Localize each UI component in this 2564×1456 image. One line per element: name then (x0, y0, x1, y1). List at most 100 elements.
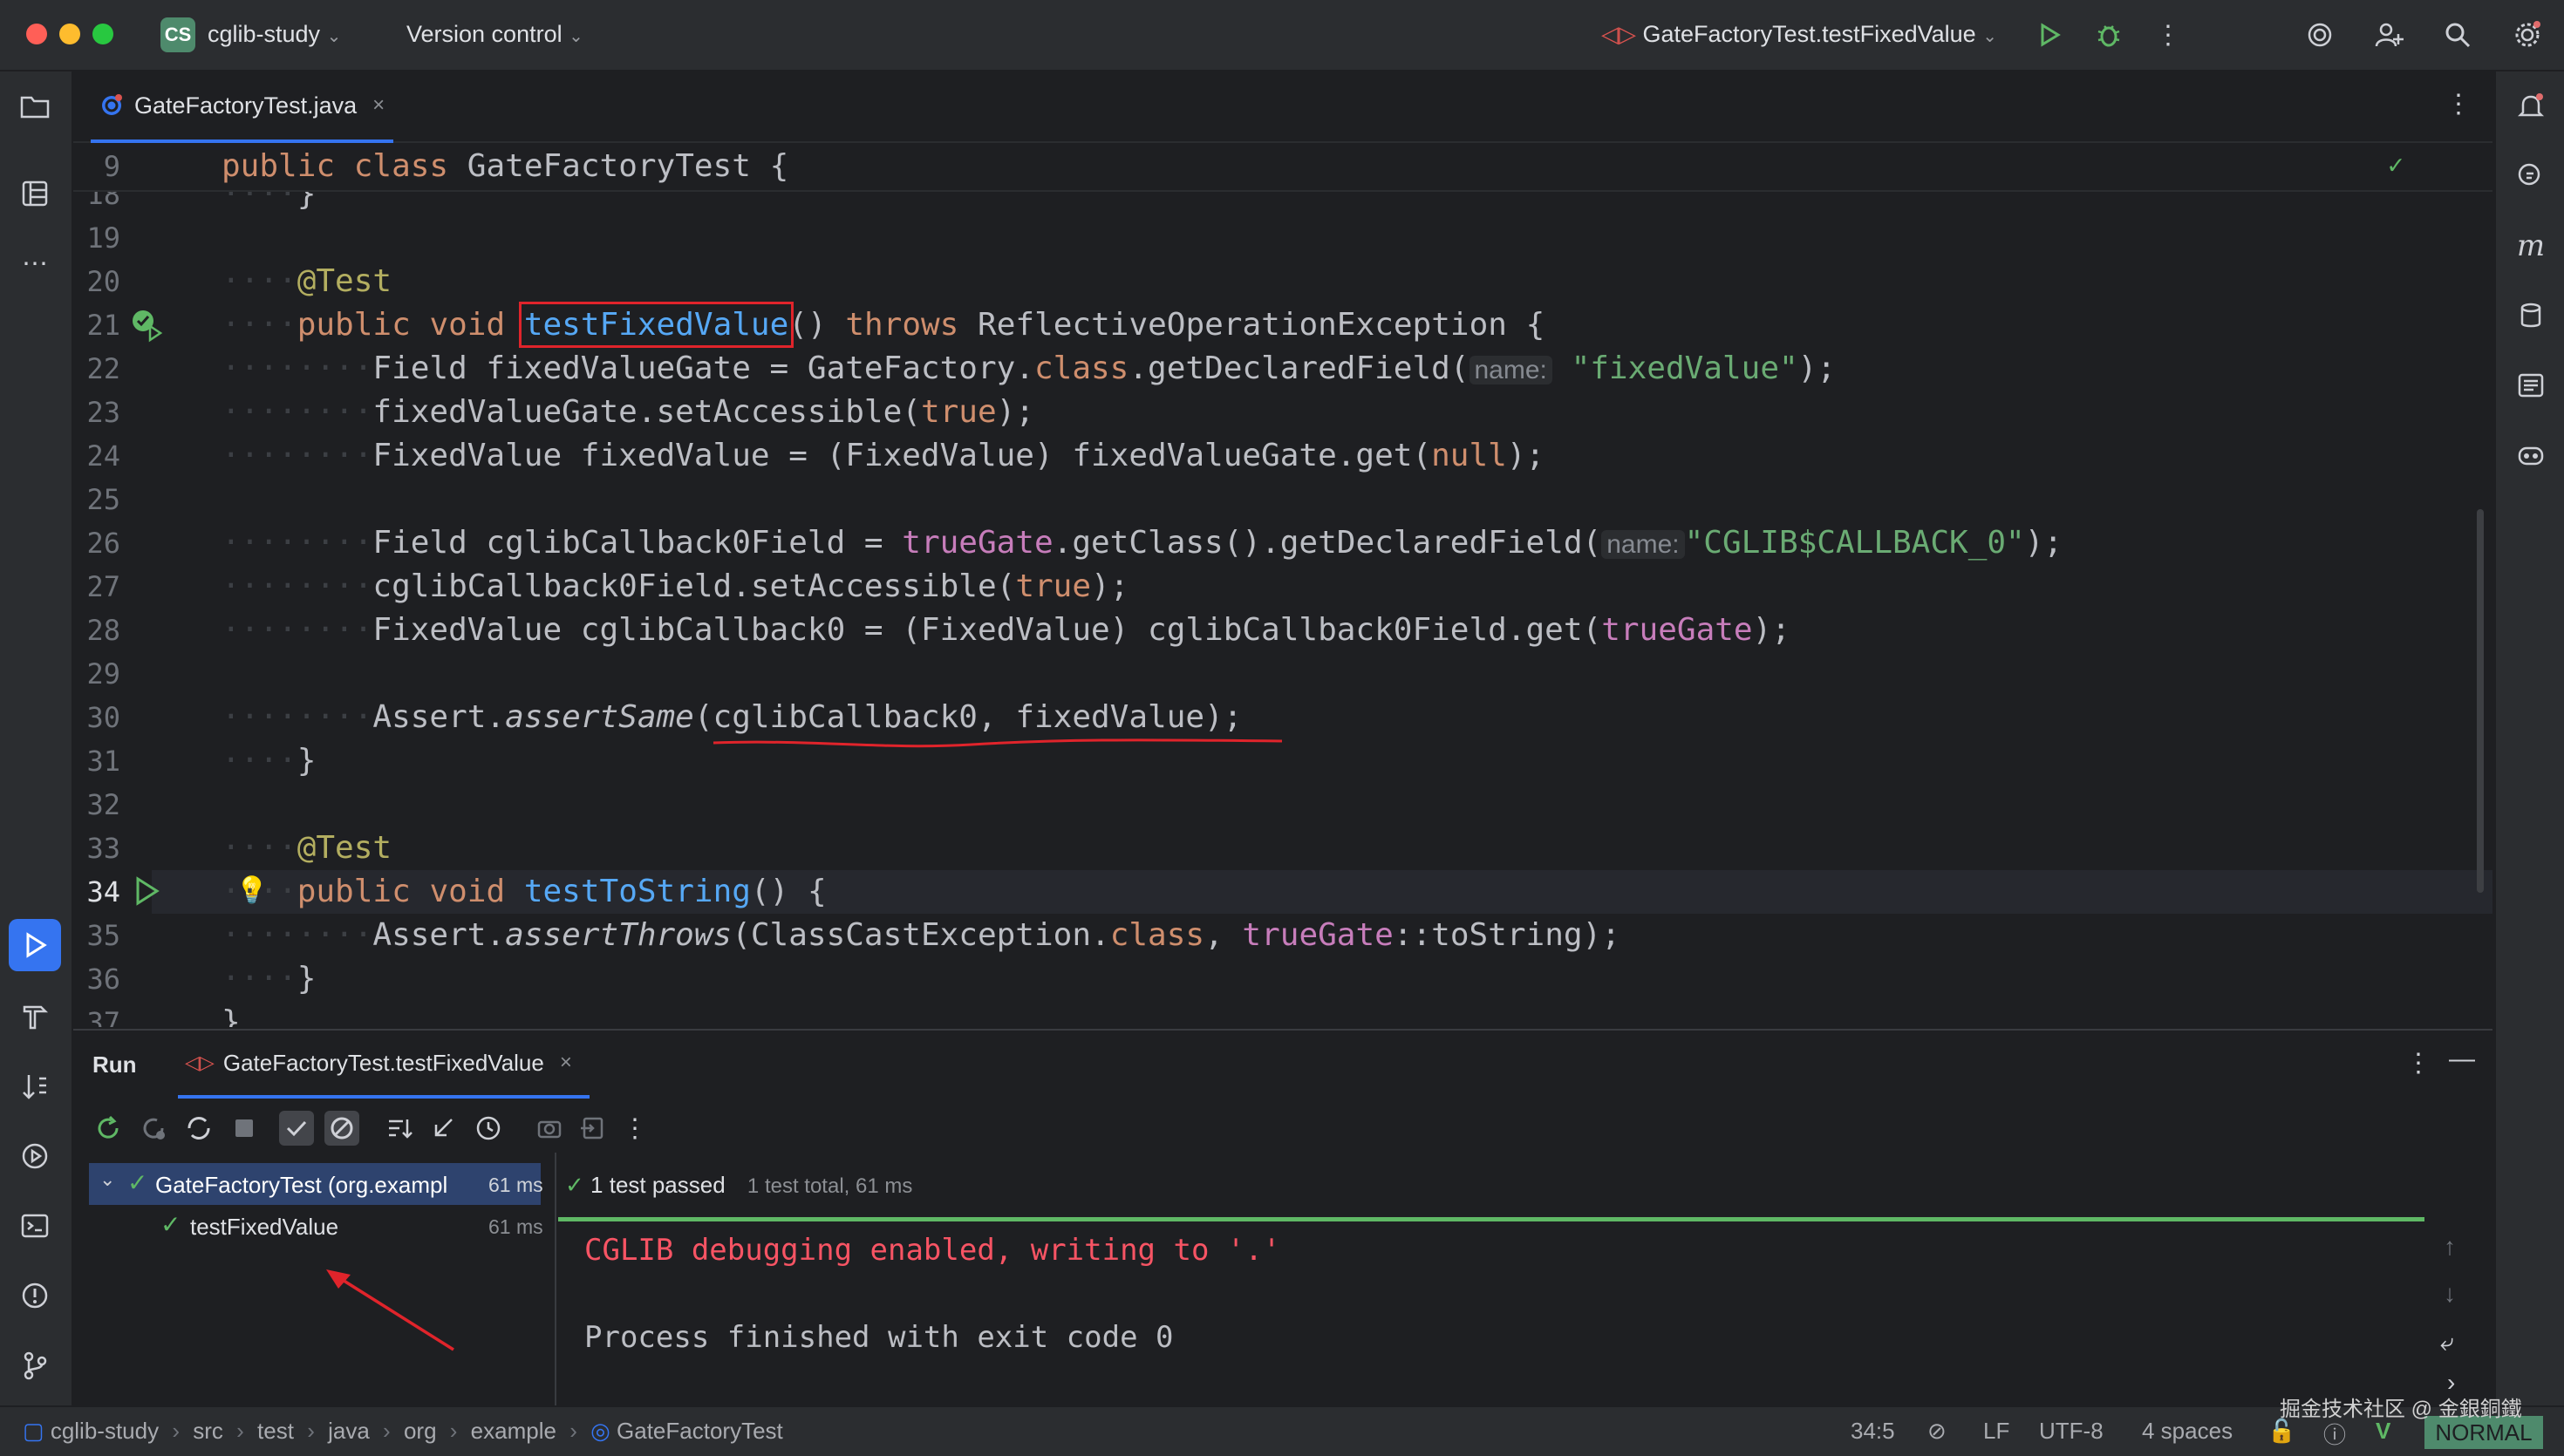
minimize-window-button[interactable] (59, 24, 80, 44)
project-tool-button[interactable] (16, 87, 54, 126)
settings-button[interactable] (2510, 17, 2545, 52)
sort-alphabetically-button[interactable] (382, 1111, 417, 1146)
editor-tab-bar: GateFactoryTest.java × ⋮ (73, 71, 2492, 143)
more-actions-button[interactable]: ⋮ (2151, 17, 2186, 52)
git-tool-button[interactable] (16, 1346, 54, 1385)
code-line: ········Assert.assertThrows(ClassCastExc… (222, 917, 1620, 953)
test-duration: 61 ms (488, 1215, 543, 1238)
run-button[interactable] (2032, 17, 2067, 52)
line-separator[interactable]: LF (1983, 1418, 2009, 1445)
bug-icon (2097, 25, 2120, 47)
reader-mode-button[interactable] (2512, 366, 2550, 405)
breadcrumb-item[interactable]: example (471, 1418, 556, 1444)
code-line: ········FixedValue fixedValue = (FixedVa… (222, 438, 1545, 473)
copilot-button[interactable] (2512, 436, 2550, 474)
add-user-icon (2375, 23, 2404, 47)
code-with-me-button[interactable] (2372, 17, 2407, 52)
camera-icon (537, 1120, 562, 1139)
line-number: 27 (86, 570, 120, 603)
ai-chat-button[interactable] (2512, 157, 2550, 195)
tab-gatefactorytest-java[interactable]: GateFactoryTest.java × (91, 71, 394, 143)
breadcrumb-item[interactable]: cglib-study (51, 1418, 159, 1444)
tree-row[interactable]: ✓ testFixedValue 61 ms (89, 1205, 543, 1247)
show-passed-toggle[interactable] (279, 1111, 314, 1146)
project-badge[interactable]: CS (160, 17, 195, 52)
soft-wrap-icon[interactable]: ⤶ (2440, 1329, 2454, 1357)
debug-button[interactable] (2091, 17, 2126, 52)
structure-tool-button[interactable] (16, 174, 54, 213)
breadcrumb-item[interactable]: test (257, 1418, 294, 1444)
breadcrumb-item[interactable]: java (328, 1418, 370, 1444)
version-control-dropdown[interactable]: Version control ⌄ (406, 21, 583, 48)
close-tab-icon[interactable]: × (560, 1051, 572, 1075)
document-icon (2518, 373, 2544, 398)
run-tab[interactable]: ◁▷ GateFactoryTest.testFixedValue × (178, 1031, 590, 1099)
run-icon (26, 932, 47, 958)
line-number: 36 (86, 963, 120, 996)
close-window-button[interactable] (26, 24, 47, 44)
maven-tool-button[interactable]: m (2512, 227, 2550, 265)
zoom-window-button[interactable] (92, 24, 113, 44)
check-icon: ✓ (127, 1169, 148, 1196)
terminal-tool-button[interactable] (16, 1207, 54, 1245)
no-power-save-icon[interactable]: ⊘ (1927, 1418, 1947, 1445)
notifications-button[interactable] (2512, 87, 2550, 126)
editor-scrollbar[interactable] (2477, 509, 2484, 893)
no-problems-check-icon[interactable]: ✓ (2388, 150, 2404, 180)
code-editor[interactable]: 9 public class GateFactoryTest { ✓ 18 ··… (73, 143, 2492, 1027)
run-tab-label: GateFactoryTest.testFixedValue (222, 1049, 544, 1076)
import-results-button[interactable] (576, 1111, 610, 1146)
services-tool-button[interactable] (16, 1067, 54, 1106)
show-ignored-toggle[interactable] (324, 1111, 359, 1146)
hide-panel-button[interactable]: — (2449, 1044, 2475, 1074)
indent-setting[interactable]: 4 spaces (2142, 1418, 2233, 1445)
line-number: 9 (103, 150, 120, 183)
stop-button[interactable] (227, 1111, 262, 1146)
caret-position[interactable]: 34:5 (1851, 1418, 1895, 1445)
inspection-icon[interactable]: ⓘ (2323, 1418, 2346, 1450)
rerun-failed-button[interactable] (136, 1111, 171, 1146)
breadcrumb-item[interactable]: GateFactoryTest (617, 1418, 783, 1444)
toggle-auto-test-button[interactable] (181, 1111, 216, 1146)
run-tool-button[interactable] (9, 919, 61, 971)
folder-icon (20, 96, 50, 119)
more-run-actions-button[interactable]: ⋮ (617, 1111, 652, 1146)
code-line: ····@Test (222, 830, 392, 866)
tab-options-button[interactable]: ⋮ (2445, 89, 2472, 119)
more-tools-button[interactable]: ⋯ (16, 244, 54, 282)
test-passed-gutter-icon[interactable] (131, 309, 166, 347)
tree-row-selected[interactable]: ⌄ ✓ GateFactoryTest (org.exampl 61 ms (89, 1163, 543, 1205)
line-number: 20 (86, 265, 120, 298)
screenshot-button[interactable] (532, 1111, 567, 1146)
test-history-button[interactable] (471, 1111, 506, 1146)
breadcrumb: ▢ cglib-study › src › test › java › org … (23, 1418, 783, 1445)
tab-label: GateFactoryTest.java (134, 92, 358, 119)
problems-tool-button[interactable] (16, 1276, 54, 1315)
code-line: ········fixedValueGate.setAccessible(tru… (222, 394, 1034, 430)
file-encoding[interactable]: UTF-8 (2039, 1418, 2104, 1445)
database-tool-button[interactable] (2512, 296, 2550, 335)
up-stack-icon[interactable]: ↑ (2444, 1233, 2456, 1261)
sticky-header: 9 public class GateFactoryTest { ✓ (73, 143, 2492, 192)
run-config-dropdown[interactable]: ◁▷ GateFactoryTest.testFixedValue ⌄ (1601, 21, 1997, 48)
run-test-gutter-button[interactable] (131, 875, 166, 914)
right-tool-strip: m (2494, 71, 2564, 1405)
build-tool-button[interactable] (16, 997, 54, 1036)
debug-tool-button[interactable] (16, 1137, 54, 1175)
down-stack-icon[interactable]: ↓ (2444, 1280, 2456, 1308)
split-divider[interactable] (555, 1153, 556, 1405)
project-name-dropdown[interactable]: cglib-study ⌄ (208, 21, 341, 48)
ai-assistant-button[interactable] (2302, 17, 2337, 52)
highlighted-method-name: testFixedValue (518, 302, 794, 348)
breadcrumb-item[interactable]: src (193, 1418, 223, 1444)
collapse-all-button[interactable] (426, 1111, 460, 1146)
code-line: ····public void testToString() { (222, 874, 827, 909)
close-tab-icon[interactable]: × (372, 93, 385, 118)
search-everywhere-button[interactable] (2440, 17, 2475, 52)
gear-icon (2515, 21, 2540, 47)
rerun-button[interactable] (91, 1111, 126, 1146)
database-icon (2520, 303, 2541, 328)
run-options-button[interactable]: ⋮ (2405, 1048, 2431, 1078)
chevron-down-icon: ⌄ (569, 27, 583, 46)
breadcrumb-item[interactable]: org (404, 1418, 437, 1444)
